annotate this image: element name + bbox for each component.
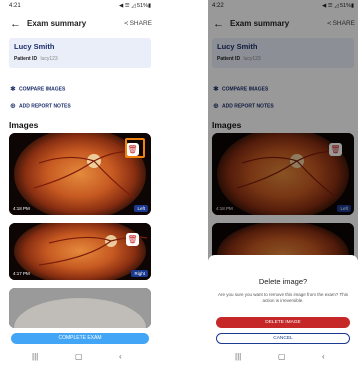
- patient-card: Lucy Smith Patient ID lucy123: [9, 38, 151, 68]
- page-title: Exam summary: [27, 19, 87, 28]
- patient-name: Lucy Smith: [14, 42, 55, 51]
- recent-apps-icon[interactable]: |||: [32, 352, 38, 361]
- trash-icon[interactable]: 🗑: [126, 233, 139, 246]
- delete-dialog: Delete image? Are you sure you want to r…: [208, 255, 358, 369]
- back-chevron-icon[interactable]: ‹: [322, 352, 325, 361]
- status-bar: 4:21 ◀ ☰ ◿ 51%▮: [9, 3, 151, 13]
- compare-label: COMPARE IMAGES: [19, 86, 66, 93]
- status-time: 4:21: [9, 3, 21, 9]
- notes-label: ADD REPORT NOTES: [19, 103, 71, 110]
- image-time: 4:17 PM: [13, 271, 30, 276]
- patient-id-label: Patient ID: [14, 56, 38, 62]
- arrow-left-icon[interactable]: ←: [10, 17, 21, 31]
- complete-exam-button[interactable]: COMPLETE EXAM: [11, 333, 149, 344]
- home-icon[interactable]: ▢: [75, 352, 83, 361]
- image-card[interactable]: [9, 288, 151, 328]
- share-icon: ≺: [123, 21, 129, 27]
- system-nav-bar: ||| ▢ ‹: [5, 349, 155, 369]
- home-icon[interactable]: ▢: [278, 352, 286, 361]
- image-card[interactable]: 🗑 4:18 PM Left: [9, 133, 151, 215]
- dialog-message: Are you sure you want to remove this ima…: [218, 292, 348, 303]
- system-nav-bar: ||| ▢ ‹: [208, 349, 358, 369]
- add-circle-icon: ⊕: [10, 103, 16, 110]
- eye-badge: Left: [134, 205, 148, 212]
- image-time: 4:18 PM: [13, 206, 30, 211]
- cancel-button[interactable]: CANCEL: [216, 333, 350, 344]
- exam-summary-screen: 4:21 ◀ ☰ ◿ 51%▮ ← Exam summary ≺SHARE Lu…: [5, 0, 155, 369]
- back-chevron-icon[interactable]: ‹: [119, 352, 122, 361]
- compare-images-button[interactable]: ✱ COMPARE IMAGES: [10, 85, 65, 93]
- dialog-title: Delete image?: [258, 277, 308, 286]
- add-report-notes-button[interactable]: ⊕ ADD REPORT NOTES: [10, 102, 71, 110]
- trash-highlight: [125, 138, 145, 158]
- compare-icon: ✱: [10, 86, 16, 93]
- share-button[interactable]: ≺SHARE: [124, 20, 152, 27]
- patient-id: Patient ID lucy123: [14, 56, 58, 62]
- share-label: SHARE: [129, 20, 152, 27]
- recent-apps-icon[interactable]: |||: [235, 352, 241, 361]
- app-header: ← Exam summary ≺SHARE: [5, 17, 155, 33]
- retina-image: [9, 288, 151, 328]
- retina-image: [9, 223, 151, 280]
- eye-badge: Right: [131, 270, 148, 277]
- patient-id-value: lucy123: [40, 56, 58, 62]
- delete-image-button[interactable]: DELETE IMAGE: [216, 317, 350, 328]
- images-heading: Images: [9, 120, 39, 130]
- status-icons: ◀ ☰ ◿ 51%▮: [118, 3, 151, 9]
- delete-image-screen: 4:22 ◀ ☰ ◿ 51%▮ ← Exam summary ≺SHARE Lu…: [208, 0, 358, 369]
- image-card[interactable]: 🗑 4:17 PM Right: [9, 223, 151, 280]
